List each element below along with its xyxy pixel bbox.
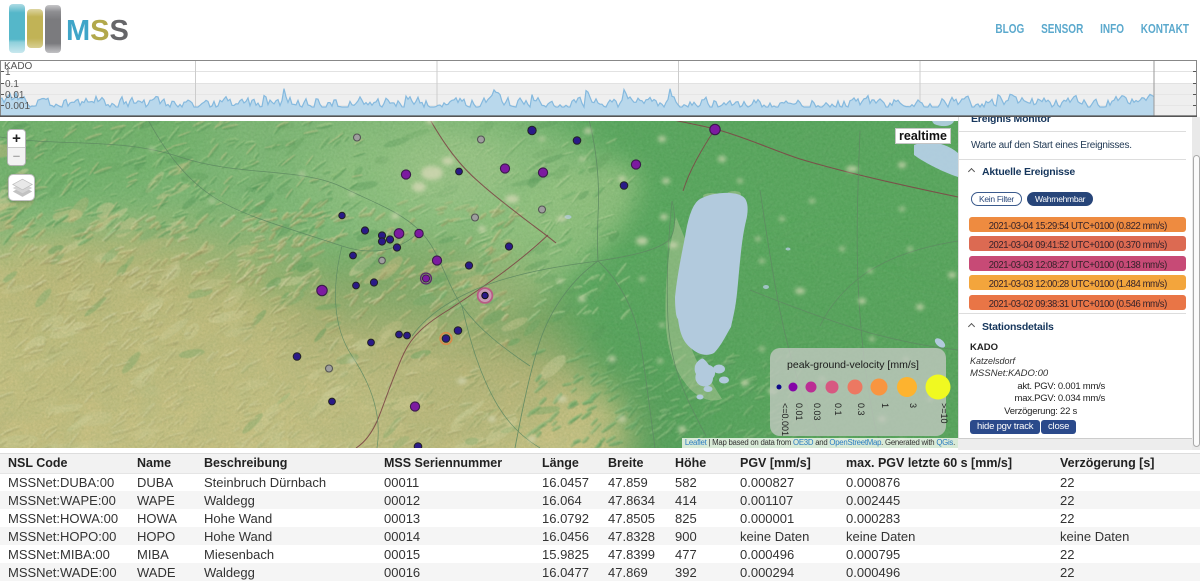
svg-text:<=0.001: <=0.001 xyxy=(780,403,790,436)
svg-text:0.001: 0.001 xyxy=(5,101,30,112)
svg-text:0.01: 0.01 xyxy=(794,403,804,421)
svg-text:>=10: >=10 xyxy=(939,403,949,424)
svg-text:1: 1 xyxy=(880,403,890,408)
svg-text:0.03: 0.03 xyxy=(812,403,822,421)
svg-text:0.01: 0.01 xyxy=(5,90,25,101)
svg-text:1: 1 xyxy=(5,67,11,78)
svg-text:0.1: 0.1 xyxy=(833,403,843,416)
svg-text:0.1: 0.1 xyxy=(5,79,19,90)
svg-text:peak-ground-velocity [mm/s]: peak-ground-velocity [mm/s] xyxy=(787,359,919,371)
svg-text:0.3: 0.3 xyxy=(856,403,866,416)
svg-text:MSS: MSS xyxy=(66,15,129,47)
svg-text:3: 3 xyxy=(908,403,918,408)
